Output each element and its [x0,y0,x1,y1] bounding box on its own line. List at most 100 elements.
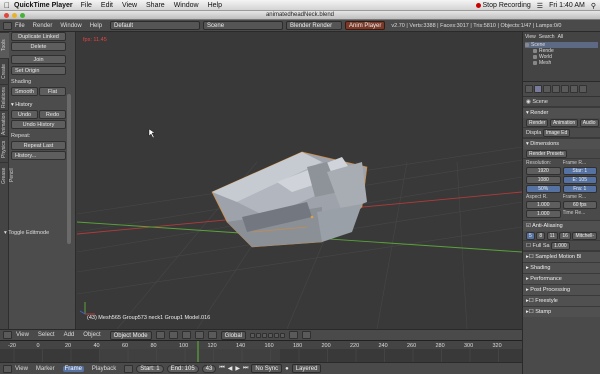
modifier-context-icon[interactable] [561,85,569,93]
close-window-icon[interactable] [4,13,9,18]
undo-history-button[interactable]: Undo History [11,120,66,129]
mac-menu-share[interactable]: Share [146,2,165,9]
aa-samples-5[interactable]: 5 [526,231,535,240]
frame-menu[interactable]: Frame [62,365,84,372]
sync-dropdown[interactable]: No Sync [251,364,283,373]
render-context-icon[interactable] [525,85,533,93]
pivot-point-icon[interactable] [168,331,178,339]
undo-button[interactable]: Undo [11,110,38,119]
frame-start-field[interactable]: Star: 1 [562,167,597,175]
select-menu[interactable]: Select [38,332,55,338]
layer-icon[interactable] [262,332,267,338]
world-context-icon[interactable] [543,85,551,93]
mode-dropdown[interactable]: Object Mode [109,330,152,340]
timeline-editor-icon[interactable] [3,364,12,373]
mac-menu-window[interactable]: Window [174,2,199,9]
rotate-icon[interactable] [207,331,217,339]
shading-panel-header[interactable]: ▸ Shading [523,262,600,273]
render-preview-icon[interactable] [302,331,311,339]
resolution-percent-field[interactable]: 50% [526,185,561,193]
mac-menu-view[interactable]: View [122,2,137,9]
playback-menu[interactable]: Playback [92,366,116,372]
aa-size-field[interactable]: 1.000 [551,241,570,250]
add-menu[interactable]: Add [64,332,75,338]
preview-range-icon[interactable] [124,364,134,373]
dimensions-panel-header[interactable]: ▾ Dimensions [523,138,600,149]
3d-viewport[interactable]: fps: 11.45 (43) Mesh565 Group573 neck1 G… [77,32,522,329]
aa-samples-11[interactable]: 11 [546,231,558,240]
apple-icon[interactable]:  [0,1,14,10]
resolution-x-field[interactable]: 1920 [526,167,561,175]
keying-set-dropdown[interactable]: Layered [291,364,322,373]
resolution-y-field[interactable]: 1080 [526,176,561,184]
layer-icon[interactable] [250,332,255,338]
view-menu[interactable]: View [16,332,29,338]
history-button[interactable]: History... [11,151,66,160]
tab-create[interactable]: Create [0,58,9,84]
scene-context-icon[interactable] [534,85,542,93]
render-presets-dropdown[interactable]: Render Presets [526,149,567,158]
outliner-item-mesh[interactable]: Mesh [525,60,598,66]
texture-context-icon[interactable] [579,85,587,93]
mac-menu-file[interactable]: File [81,2,92,9]
layer-icon[interactable] [280,332,285,338]
start-frame-field[interactable]: Start: 1 [136,364,164,373]
editor-type-icon[interactable] [3,331,12,339]
freestyle-checkbox[interactable]: ▸☐ [526,298,535,304]
layer-buttons[interactable] [250,332,285,338]
app-name-menu[interactable]: QuickTime Player [14,2,73,9]
manipulator-icon[interactable] [181,331,191,339]
tab-physics[interactable]: Physics [0,136,9,162]
aa-samples-8[interactable]: 8 [536,231,546,240]
tab-relations[interactable]: Relations [0,84,9,110]
stamp-panel-header[interactable]: ▸☐ Stamp [523,306,600,317]
current-frame-field[interactable]: 43 [201,364,217,373]
history-panel-header[interactable]: ▾ History [11,100,66,110]
menu-window[interactable]: Window [60,23,81,29]
sampled-motion-blur-panel-header[interactable]: ▸☐ Sampled Motion Bl [523,251,600,262]
menu-help[interactable]: Help [90,23,102,29]
delete-button[interactable]: Delete [11,42,66,51]
layer-icon[interactable] [274,332,279,338]
tab-animation[interactable]: Animation [0,110,9,136]
motion-blur-checkbox[interactable]: ▸☐ [526,254,535,260]
layer-icon[interactable] [268,332,273,338]
flat-button[interactable]: Flat [39,87,66,96]
info-editor-icon[interactable] [3,21,12,30]
minimize-window-icon[interactable] [12,13,17,18]
wifi-icon[interactable]: ☰ [537,2,543,10]
object-context-icon[interactable] [552,85,560,93]
join-button[interactable]: Join [11,55,66,64]
material-context-icon[interactable] [570,85,578,93]
viewport-shading-icon[interactable] [155,331,165,339]
snap-icon[interactable] [289,331,298,339]
frame-step-field[interactable]: Fra: 1 [562,185,597,193]
jump-to-start-icon[interactable]: ⏮ [219,365,224,372]
render-engine-dropdown[interactable]: Blender Render [286,21,343,30]
aspect-y-field[interactable]: 1.000 [526,210,561,218]
scene-dropdown[interactable]: Scene [203,21,284,30]
mac-menu-edit[interactable]: Edit [101,2,113,9]
tab-tools[interactable]: Tools [0,32,9,58]
frame-end-field[interactable]: E: 105 [562,176,597,184]
menu-render[interactable]: Render [33,23,53,29]
set-origin-button[interactable]: Set Origin [11,66,66,75]
zoom-window-icon[interactable] [20,13,25,18]
aspect-x-field[interactable]: 1.000 [526,201,561,209]
redo-button[interactable]: Redo [39,110,66,119]
display-dropdown[interactable]: Image Ed [542,128,571,137]
frame-rate-dropdown[interactable]: 60 fps [562,201,597,209]
anim-player-button[interactable]: Anim Player [345,21,386,30]
jump-to-end-icon[interactable]: ⏭ [243,365,248,372]
mac-menu-help[interactable]: Help [208,2,222,9]
smooth-button[interactable]: Smooth [11,87,38,96]
outliner-search-menu[interactable]: Search [539,34,555,40]
translate-icon[interactable] [194,331,204,339]
play-icon[interactable]: ▶ [235,365,240,372]
object-menu[interactable]: Object [83,332,100,338]
render-animation-button[interactable]: Animation [549,118,579,127]
freestyle-panel-header[interactable]: ▸☐ Freestyle [523,295,600,306]
duplicate-linked-button[interactable]: Duplicate Linked [11,32,66,41]
render-audio-button[interactable]: Audio [579,118,599,127]
layer-icon[interactable] [256,332,261,338]
